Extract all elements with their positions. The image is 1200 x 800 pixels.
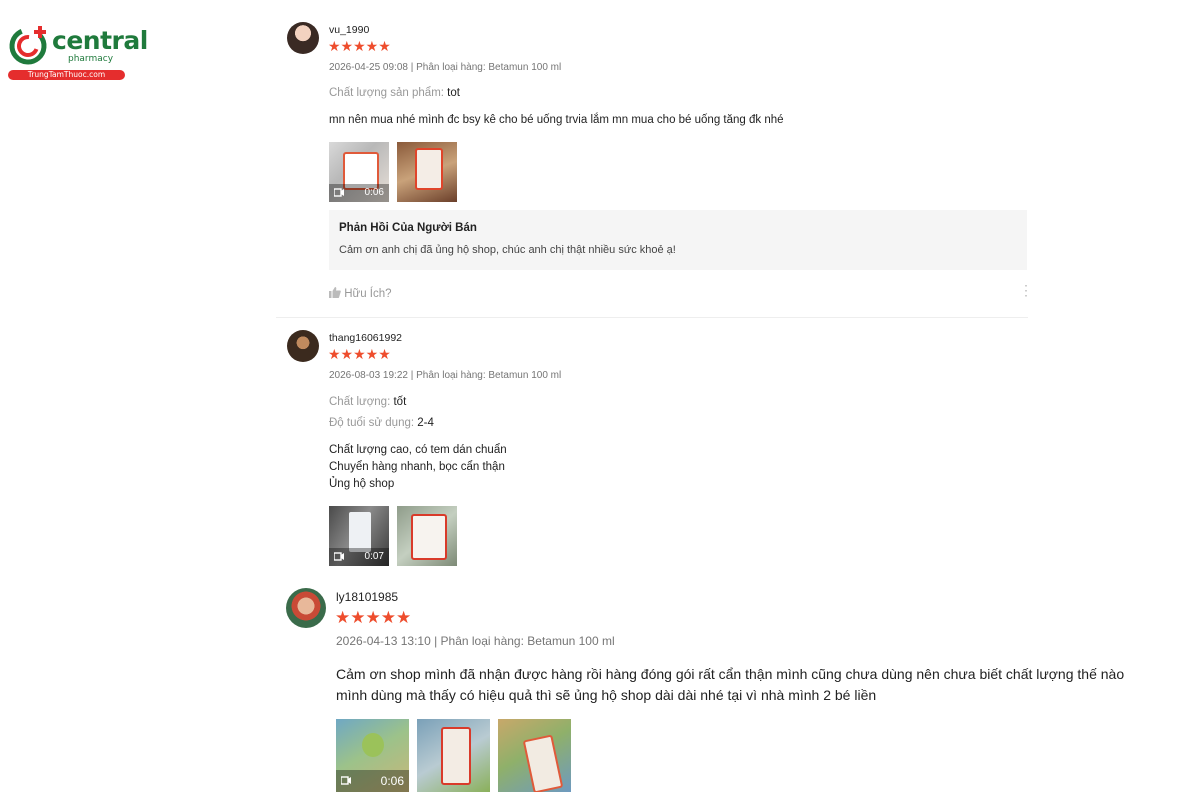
- attribute-value: tốt: [393, 396, 407, 408]
- video-duration: 0:07: [364, 551, 384, 562]
- attribute-label: Chất lượng:: [329, 396, 391, 408]
- review-meta: 2026-04-25 09:08 | Phân loại hàng: Betam…: [329, 62, 562, 73]
- review-image-thumbnail[interactable]: [397, 506, 457, 566]
- review-item: ly18101985 ★★★★★ 2026-04-13 13:10 | Phân…: [276, 580, 1176, 800]
- helpful-label: Hữu Ích?: [344, 288, 392, 300]
- video-camera-icon: [341, 776, 351, 785]
- review-body: Cảm ơn shop mình đã nhận được hàng rồi h…: [336, 666, 1125, 703]
- video-camera-icon: [334, 188, 344, 197]
- review-media: 0:06: [329, 142, 457, 202]
- review-media: 0:06: [336, 719, 571, 792]
- seller-reply: Phản Hồi Của Người Bán Cảm ơn anh chị đã…: [329, 210, 1027, 270]
- review-item: thang16061992 ★★★★★ 2026-08-03 19:22 | P…: [276, 318, 1028, 568]
- review-body: Chất lượng cao, có tem dán chuẩn Chuyển …: [329, 444, 507, 490]
- review-attribute: Chất lượng sản phẩm: tot: [329, 87, 460, 99]
- video-duration: 0:06: [380, 774, 404, 788]
- review-meta: 2026-08-03 19:22 | Phân loại hàng: Betam…: [329, 370, 562, 381]
- video-duration: 0:06: [364, 187, 384, 198]
- review-image-thumbnail[interactable]: [417, 719, 490, 792]
- seller-reply-text: Cảm ơn anh chị đã ủng hộ shop, chúc anh …: [339, 244, 676, 256]
- review-username[interactable]: thang16061992: [329, 332, 402, 344]
- avatar[interactable]: [287, 22, 319, 54]
- review-image-thumbnail[interactable]: [397, 142, 457, 202]
- avatar[interactable]: [287, 330, 319, 362]
- star-rating: ★★★★★: [328, 38, 391, 54]
- review-image-thumbnail[interactable]: [498, 719, 571, 792]
- attribute-value: 2-4: [417, 417, 434, 429]
- attribute-label: Chất lượng sản phẩm:: [329, 87, 444, 99]
- helpful-button[interactable]: Hữu Ích?: [329, 287, 392, 300]
- review-attribute: Độ tuổi sử dụng: 2-4: [329, 417, 434, 429]
- avatar[interactable]: [286, 588, 326, 628]
- video-overlay: 0:06: [336, 770, 409, 792]
- review-item: vu_1990 ★★★★★ 2026-04-25 09:08 | Phân lo…: [276, 12, 1033, 318]
- review-username[interactable]: ly18101985: [336, 590, 398, 604]
- video-overlay: 0:06: [329, 184, 389, 202]
- video-camera-icon: [334, 552, 344, 561]
- thumbs-up-icon: [329, 287, 341, 298]
- review-video-thumbnail[interactable]: 0:06: [329, 142, 389, 202]
- review-meta: 2026-04-13 13:10 | Phân loại hàng: Betam…: [336, 634, 615, 648]
- logo-mark-icon: [9, 26, 47, 65]
- seller-reply-title: Phản Hồi Của Người Bán: [339, 222, 477, 234]
- review-video-thumbnail[interactable]: 0:07: [329, 506, 389, 566]
- review-video-thumbnail[interactable]: 0:06: [336, 719, 409, 792]
- brand-subtitle: pharmacy: [68, 54, 114, 64]
- star-rating: ★★★★★: [335, 608, 412, 627]
- review-media: 0:07: [329, 506, 457, 566]
- brand-site: TrungTamThuoc.com: [8, 70, 125, 80]
- more-options-icon[interactable]: ⋮: [1019, 283, 1033, 297]
- video-overlay: 0:07: [329, 548, 389, 566]
- attribute-label: Độ tuổi sử dụng:: [329, 417, 415, 429]
- review-body: mn nên mua nhé mình đc bsy kê cho bé uốn…: [329, 114, 784, 126]
- review-attribute: Chất lượng: tốt: [329, 396, 406, 408]
- attribute-value: tot: [447, 87, 460, 99]
- brand-name: central: [52, 26, 148, 55]
- star-rating: ★★★★★: [328, 346, 391, 362]
- review-username[interactable]: vu_1990: [329, 24, 369, 36]
- brand-logo[interactable]: central pharmacy TrungTamThuoc.com: [8, 24, 148, 82]
